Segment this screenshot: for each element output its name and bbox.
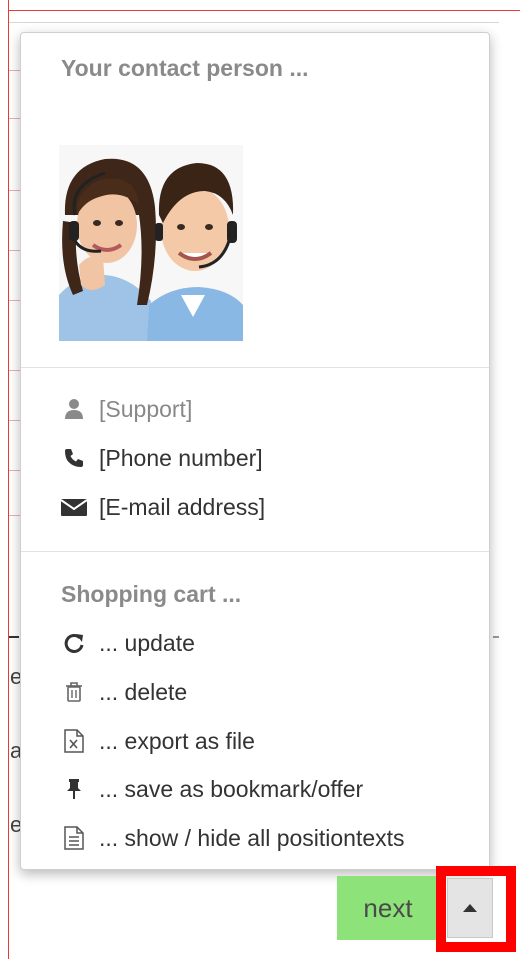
cart-update-action[interactable]: ... update — [61, 627, 195, 659]
background-dash — [9, 636, 19, 638]
cart-export-label: ... export as file — [99, 727, 255, 754]
support-team-photo — [59, 145, 243, 341]
cart-delete-label: ... delete — [99, 678, 188, 705]
trash-icon — [61, 679, 87, 705]
contact-email[interactable]: [E-mail address] — [61, 491, 265, 523]
page: e a e Your contact person ... [Support] … — [0, 0, 520, 959]
background-divider — [9, 22, 499, 23]
cart-export-action[interactable]: ... export as file — [61, 725, 255, 757]
caret-up-icon — [463, 904, 477, 912]
contact-section-title: Your contact person ... — [61, 55, 309, 81]
background-dash — [493, 636, 499, 638]
cart-update-label: ... update — [99, 629, 195, 656]
next-button[interactable]: next — [337, 876, 439, 940]
cart-positiontexts-label: ... show / hide all positiontexts — [99, 824, 405, 851]
cart-section-title: Shopping cart ... — [61, 581, 242, 607]
support-team-photo-illustration — [59, 145, 243, 341]
document-icon — [61, 825, 87, 851]
contact-email-label: [E-mail address] — [99, 493, 266, 520]
panel-divider — [21, 367, 489, 368]
refresh-icon — [61, 630, 87, 656]
user-icon — [61, 396, 87, 422]
contact-dropdown-panel: Your contact person ... [Support] [Phone… — [20, 32, 490, 870]
pin-icon — [61, 776, 87, 802]
cart-bookmark-action[interactable]: ... save as bookmark/offer — [61, 773, 363, 805]
background-border-line — [8, 10, 520, 11]
cart-positiontexts-action[interactable]: ... show / hide all positiontexts — [61, 822, 405, 854]
contact-phone[interactable]: [Phone number] — [61, 442, 263, 474]
phone-icon — [61, 445, 87, 471]
cart-delete-action[interactable]: ... delete — [61, 676, 187, 708]
contact-support: [Support] — [61, 393, 192, 425]
dropdown-toggle-button[interactable] — [447, 878, 493, 938]
contact-support-label: [Support] — [99, 395, 193, 422]
background-border-line — [8, 0, 9, 959]
contact-phone-label: [Phone number] — [99, 444, 263, 471]
excel-file-icon — [61, 728, 87, 754]
envelope-icon — [61, 494, 87, 520]
cart-bookmark-label: ... save as bookmark/offer — [99, 775, 364, 802]
panel-divider — [21, 551, 489, 552]
